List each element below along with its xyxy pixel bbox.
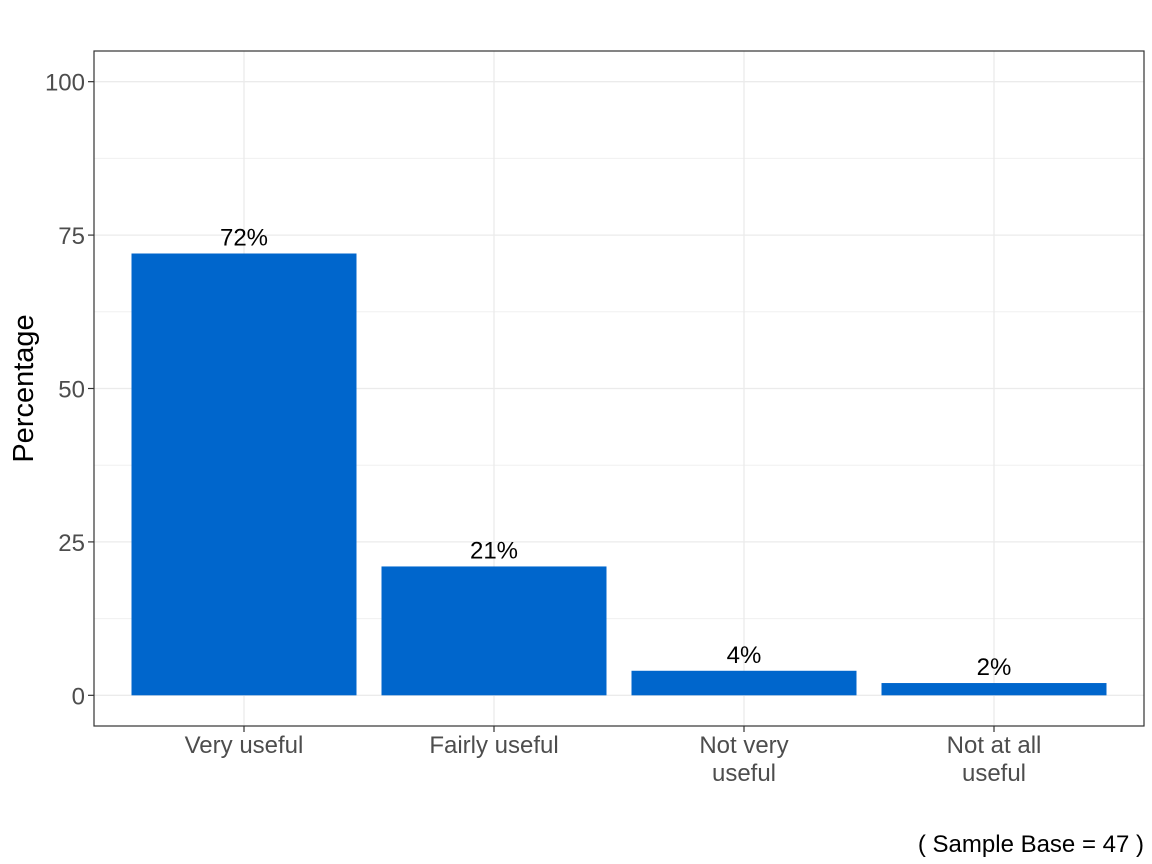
bar-value-label: 2%	[977, 654, 1012, 681]
bar-value-label: 72%	[220, 225, 268, 252]
bar-value-label: 21%	[470, 537, 518, 564]
y-tick-label: 50	[58, 377, 85, 404]
y-tick-label: 75	[58, 223, 85, 250]
y-tick-label: 0	[72, 683, 85, 710]
y-axis: 0 25 50 75 100	[45, 70, 94, 710]
y-tick-label: 100	[45, 70, 85, 97]
sample-base-caption: ( Sample Base = 47 )	[918, 831, 1144, 858]
x-tick-label: Not at all useful	[947, 732, 1042, 787]
bar	[131, 253, 357, 696]
y-tick-label: 25	[58, 530, 85, 557]
x-axis: Very useful Fairly useful Not very useful No…	[185, 726, 1042, 787]
bar	[381, 566, 607, 696]
bar	[881, 683, 1107, 696]
bar-value-label: 4%	[727, 642, 762, 669]
x-tick-label: Very useful	[185, 732, 304, 759]
x-tick-label: Fairly useful	[429, 732, 558, 759]
y-axis-title: Percentage	[8, 314, 40, 462]
bars	[131, 253, 1107, 696]
bar	[631, 670, 857, 696]
bar-chart: 72% 21% 4% 2% 0 25 50 75 100 Very useful Fairly …	[8, 50, 1145, 858]
x-tick-label: Not very useful	[699, 732, 788, 787]
